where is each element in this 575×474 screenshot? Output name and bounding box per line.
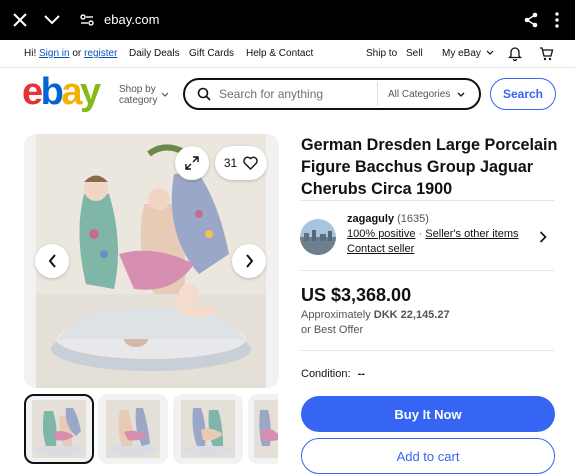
site-settings-icon[interactable] (79, 12, 95, 28)
register-link[interactable]: register (84, 48, 117, 59)
top-navigation: Hi! Sign in or register Daily Deals Gift… (0, 40, 575, 68)
seller-info: zagaguly (1635) 100% positive · Seller's… (347, 212, 519, 257)
divider (301, 200, 554, 201)
condition-label: Condition: (301, 368, 351, 380)
logo-letter: a (61, 71, 82, 113)
contact-seller-link[interactable]: Contact seller (347, 243, 414, 255)
buy-it-now-button[interactable]: Buy It Now (301, 396, 555, 432)
thumbnail[interactable] (24, 394, 94, 464)
previous-image-button[interactable] (35, 244, 69, 278)
url-text[interactable]: ebay.com (104, 12, 159, 27)
search-input[interactable]: Search for anything (219, 87, 323, 101)
category-select[interactable]: All Categories (377, 82, 477, 106)
cart-icon[interactable] (539, 46, 554, 64)
browser-toolbar: ebay.com (0, 0, 575, 40)
chevron-down-icon (161, 92, 169, 97)
shop-by-line2: category (119, 95, 158, 106)
chevron-down-icon (457, 92, 465, 97)
approximate-price: Approximately DKK 22,145.27 or Best Offe… (301, 308, 450, 338)
chevron-right-icon (245, 254, 253, 268)
thumbnail-image (181, 400, 235, 458)
greeting-text: Hi! (24, 48, 37, 59)
thumbnail[interactable] (248, 394, 278, 464)
search-button[interactable]: Search (490, 78, 556, 110)
condition-row: Condition: -- (301, 368, 365, 380)
sell-link[interactable]: Sell (406, 48, 423, 59)
heart-icon (243, 156, 258, 170)
divider (301, 350, 554, 351)
seller-positive-link[interactable]: 100% positive (347, 228, 416, 240)
listing-title: German Dresden Large Porcelain Figure Ba… (301, 136, 558, 198)
chevron-down-icon[interactable] (42, 10, 62, 30)
add-to-cart-button[interactable]: Add to cart (301, 438, 555, 474)
search-bar[interactable]: Search for anything All Categories (183, 78, 481, 110)
close-icon[interactable] (10, 10, 30, 30)
seller-other-items-link[interactable]: Seller's other items (425, 228, 518, 240)
category-select-value: All Categories (388, 88, 451, 100)
logo-letter: e (22, 71, 43, 113)
divider (301, 270, 554, 271)
thumbnail[interactable] (173, 394, 243, 464)
my-ebay-label: My eBay (442, 48, 481, 59)
logo-letter: b (40, 71, 64, 113)
ship-to-link[interactable]: Ship to (366, 48, 397, 59)
seller-avatar-image (300, 219, 336, 255)
chevron-right-icon[interactable] (539, 230, 547, 248)
thumbnail[interactable] (98, 394, 168, 464)
more-options-icon[interactable] (549, 10, 565, 30)
seller-name[interactable]: zagaguly (347, 213, 394, 225)
seller-feedback-count[interactable]: (1635) (397, 213, 429, 225)
shop-by-category-button[interactable]: Shop by category (119, 84, 169, 106)
share-icon[interactable] (521, 10, 541, 30)
watch-button[interactable]: 31 (215, 146, 267, 180)
shop-by-line1: Shop by (119, 84, 156, 95)
expand-image-button[interactable] (175, 146, 209, 180)
help-contact-link[interactable]: Help & Contact (246, 48, 313, 59)
price: US $3,368.00 (301, 285, 412, 305)
logo-letter: y (80, 71, 101, 113)
ebay-logo[interactable]: ebay (22, 71, 101, 113)
best-offer-text: or Best Offer (301, 324, 364, 336)
thumbnail-image (106, 400, 160, 458)
approx-label: Approximately (301, 309, 371, 321)
sign-in-link[interactable]: Sign in (39, 48, 70, 59)
daily-deals-link[interactable]: Daily Deals (129, 48, 180, 59)
notification-bell-icon[interactable] (507, 46, 523, 64)
gift-cards-link[interactable]: Gift Cards (189, 48, 234, 59)
my-ebay-link[interactable]: My eBay (442, 48, 494, 59)
seller-avatar[interactable] (300, 219, 336, 255)
greeting: Hi! Sign in or register (24, 48, 117, 59)
thumbnail-image (32, 400, 86, 458)
or-text: or (72, 48, 82, 59)
chevron-left-icon (48, 254, 56, 268)
approx-value: DKK 22,145.27 (373, 309, 450, 321)
condition-value: -- (357, 368, 365, 380)
watch-count: 31 (223, 156, 238, 170)
expand-icon (185, 156, 199, 170)
search-icon (197, 87, 211, 101)
thumbnail-image (254, 400, 278, 458)
next-image-button[interactable] (232, 244, 266, 278)
chevron-down-icon (486, 50, 494, 55)
